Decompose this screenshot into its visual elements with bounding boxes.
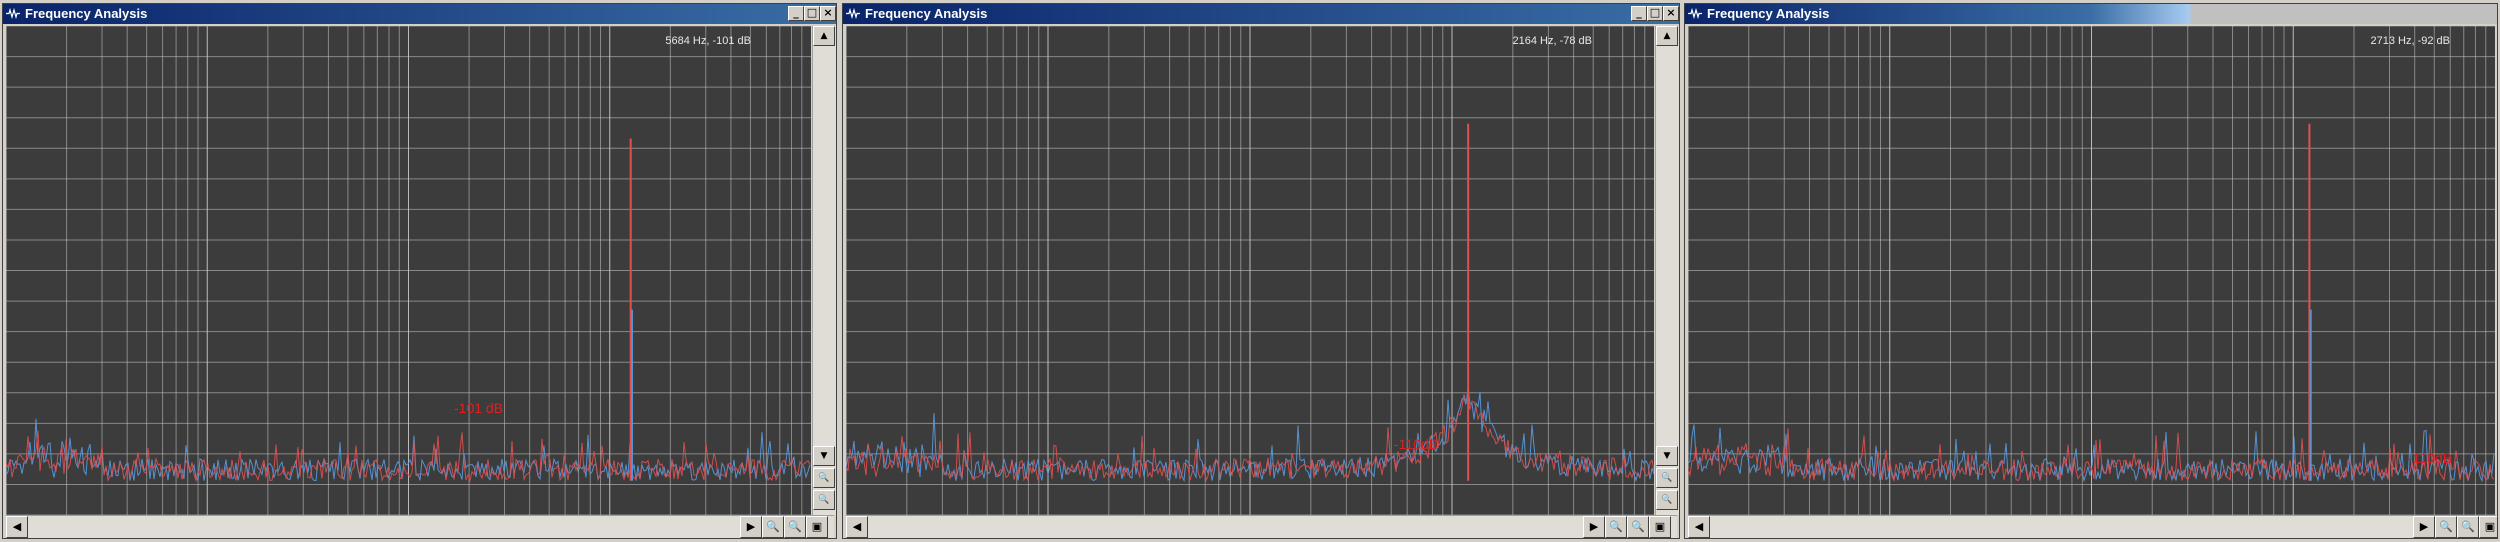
zoom-in-button[interactable]: 🔍 (2435, 516, 2457, 538)
cursor-readout: 2164 Hz, -78 dB (1512, 35, 1593, 47)
grid (1688, 26, 2495, 515)
zoom-fit-button[interactable]: ▣ (1649, 516, 1671, 538)
spectrum-plot[interactable]: 5684 Hz, -101 dB -101 dB (6, 26, 811, 515)
zoom-in-button[interactable]: 🔍 (813, 468, 835, 488)
arrow-left-icon[interactable]: ◀ (846, 516, 868, 538)
arrow-down-icon[interactable]: ▼ (813, 446, 835, 466)
zoom-out-button[interactable]: 🔍 (784, 516, 806, 538)
title-bar[interactable]: Frequency Analysis _ □ × (843, 4, 1679, 24)
window-title: Frequency Analysis (865, 6, 988, 21)
spectrum-graph (846, 26, 1654, 515)
zoom-fit-button[interactable]: ▣ (2479, 516, 2497, 538)
spectrum-graph (6, 26, 811, 515)
title-bar[interactable]: Frequency Analysis (1685, 4, 2497, 24)
zoom-out-button[interactable]: 🔍 (1656, 490, 1678, 510)
maximize-button[interactable]: □ (1647, 6, 1663, 21)
frequency-analysis-window-3: Frequency Analysis 2713 Hz, -92 dB -110d… (1684, 3, 2498, 539)
waveform-icon (1688, 8, 1702, 19)
maximize-button[interactable]: □ (804, 6, 820, 21)
zoom-out-button[interactable]: 🔍 (2457, 516, 2479, 538)
grid (846, 26, 1654, 515)
spectrum-plot[interactable]: 2164 Hz, -78 dB -110dB (846, 26, 1654, 515)
vertical-scrollbar[interactable]: ▲ ▼ 🔍 🔍 (1655, 26, 1679, 515)
minimize-button[interactable]: _ (788, 6, 804, 21)
vertical-scrollbar[interactable]: ▲ ▼ 🔍 🔍 (812, 26, 836, 515)
level-marker: -110dB (1394, 436, 1439, 452)
waveform-icon (846, 8, 860, 19)
arrow-left-icon[interactable]: ◀ (6, 516, 28, 538)
cursor-readout: 2713 Hz, -92 dB (2370, 35, 2451, 47)
title-bar[interactable]: Frequency Analysis _ □ × (3, 4, 836, 24)
close-button[interactable]: × (820, 6, 836, 21)
frequency-analysis-window-1: Frequency Analysis _ □ × 5684 Hz, -101 d… (2, 3, 837, 539)
horizontal-scrollbar[interactable]: ◀ ▶ 🔍 🔍 ▣ (6, 515, 834, 538)
level-marker: -110dB (2408, 450, 2453, 466)
close-button[interactable]: × (1663, 6, 1679, 21)
zoom-out-button[interactable]: 🔍 (813, 490, 835, 510)
horizontal-scrollbar[interactable]: ◀ ▶ 🔍 🔍 ▣ (846, 515, 1677, 538)
arrow-right-icon[interactable]: ▶ (1583, 516, 1605, 538)
arrow-right-icon[interactable]: ▶ (2413, 516, 2435, 538)
zoom-in-button[interactable]: 🔍 (1656, 468, 1678, 488)
waveform-icon (6, 8, 20, 19)
minimize-button[interactable]: _ (1631, 6, 1647, 21)
zoom-fit-button[interactable]: ▣ (806, 516, 828, 538)
window-title: Frequency Analysis (25, 6, 148, 21)
cursor-readout: 5684 Hz, -101 dB (665, 35, 751, 47)
zoom-out-button[interactable]: 🔍 (1627, 516, 1649, 538)
arrow-up-icon[interactable]: ▲ (1656, 26, 1678, 46)
horizontal-scrollbar[interactable]: ◀ ▶ 🔍 🔍 ▣ (1688, 515, 2497, 538)
spectrum-plot[interactable]: 2713 Hz, -92 dB -110dB (1688, 26, 2495, 515)
level-marker: -101 dB (454, 400, 504, 416)
zoom-in-button[interactable]: 🔍 (1605, 516, 1627, 538)
zoom-in-button[interactable]: 🔍 (762, 516, 784, 538)
arrow-left-icon[interactable]: ◀ (1688, 516, 1710, 538)
frequency-analysis-window-2: Frequency Analysis _ □ × 2164 Hz, -78 dB… (842, 3, 1680, 539)
arrow-down-icon[interactable]: ▼ (1656, 446, 1678, 466)
arrow-up-icon[interactable]: ▲ (813, 26, 835, 46)
grid (6, 26, 811, 515)
spectrum-graph (1688, 26, 2495, 515)
arrow-right-icon[interactable]: ▶ (740, 516, 762, 538)
window-title: Frequency Analysis (1707, 6, 1830, 21)
